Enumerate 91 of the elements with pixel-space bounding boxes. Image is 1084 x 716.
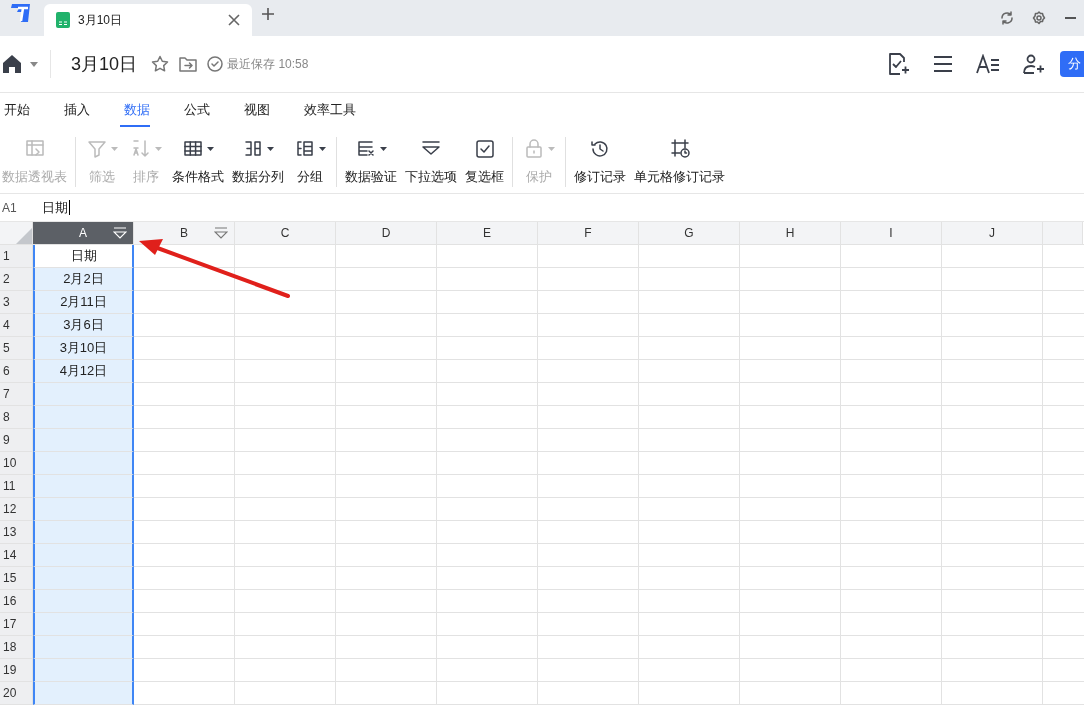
row-header[interactable]: 1 — [0, 245, 33, 268]
pivot-table-icon — [24, 138, 45, 159]
column-header[interactable]: B — [134, 222, 235, 245]
validation-icon — [355, 138, 376, 159]
formula-input[interactable]: 日期 — [33, 198, 1084, 217]
row-header[interactable]: 8 — [0, 406, 33, 429]
split-columns-icon — [242, 138, 263, 159]
checkbox-icon — [474, 138, 495, 159]
table-grid-icon — [182, 138, 203, 159]
ribbon-tab[interactable]: 插入 — [60, 93, 120, 127]
column-header[interactable]: H — [740, 222, 841, 245]
row-header[interactable]: 3 — [0, 291, 33, 314]
ribbon-tab[interactable]: 开始 — [0, 93, 60, 127]
toolbar-button[interactable]: 条件格式 — [170, 138, 226, 186]
row-header[interactable]: 7 — [0, 383, 33, 406]
toolbar-button[interactable]: 单元格修订记录 — [632, 138, 727, 186]
caret-icon — [266, 146, 274, 151]
caret-icon — [379, 146, 387, 151]
row-header[interactable]: 14 — [0, 544, 33, 567]
row-header[interactable]: 11 — [0, 475, 33, 498]
history-icon — [590, 138, 610, 159]
toolbar-button[interactable]: 修订记录 — [572, 138, 628, 186]
menu-icon[interactable] — [933, 55, 953, 73]
save-status: 最近保存 10:58 — [227, 55, 309, 73]
column-header[interactable]: A — [33, 222, 134, 245]
column-header[interactable]: J — [942, 222, 1043, 245]
caret-icon — [110, 146, 118, 151]
table-cell: 2月11日 — [33, 291, 134, 314]
close-icon[interactable] — [228, 14, 240, 26]
toolbar-button[interactable]: 分组 — [290, 138, 330, 186]
ribbon-tab[interactable]: 效率工具 — [300, 93, 360, 127]
row-header[interactable]: 10 — [0, 452, 33, 475]
filter-icon — [86, 138, 107, 159]
ribbon-tab[interactable]: 视图 — [240, 93, 300, 127]
column-header[interactable]: F — [538, 222, 639, 245]
row-header[interactable]: 18 — [0, 636, 33, 659]
check-circle-icon — [207, 56, 224, 72]
column-header[interactable]: C — [235, 222, 336, 245]
star-icon[interactable] — [151, 55, 170, 73]
table-cell: 2月2日 — [33, 268, 134, 291]
corner-triangle-icon — [16, 228, 32, 244]
toolbar-button[interactable]: 复选框 — [463, 138, 506, 186]
lock-icon — [523, 138, 544, 159]
caret-icon — [318, 146, 326, 151]
table-cell: 3月6日 — [33, 314, 134, 337]
caret-icon[interactable] — [30, 61, 38, 67]
row-header[interactable]: 19 — [0, 659, 33, 682]
row-header[interactable]: 17 — [0, 613, 33, 636]
home-icon[interactable] — [2, 54, 22, 74]
document-title[interactable]: 3月10日 — [71, 52, 138, 76]
spreadsheet-icon — [56, 12, 70, 28]
group-columns-icon — [294, 138, 315, 159]
row-header[interactable]: 2 — [0, 268, 33, 291]
toolbar-button[interactable]: 数据分列 — [230, 138, 286, 186]
table-cell: 3月10日 — [33, 337, 134, 360]
column-header[interactable]: I — [841, 222, 942, 245]
add-user-icon[interactable] — [1023, 54, 1045, 74]
add-tab-icon[interactable] — [262, 8, 274, 20]
ribbon-tab[interactable]: 数据 — [120, 93, 180, 127]
caret-icon — [547, 146, 555, 151]
table-cell: 日期 — [33, 245, 134, 268]
cell-reference[interactable]: A1 — [0, 200, 33, 215]
table-cell: 4月12日 — [33, 360, 134, 383]
text-format-icon[interactable] — [976, 54, 1000, 74]
add-task-icon[interactable] — [888, 53, 910, 75]
row-header[interactable]: 16 — [0, 590, 33, 613]
row-header[interactable]: 5 — [0, 337, 33, 360]
row-header[interactable]: 13 — [0, 521, 33, 544]
app-logo-icon — [8, 1, 32, 25]
share-button[interactable]: 分 — [1060, 51, 1084, 77]
cell-history-icon — [669, 138, 690, 159]
caret-icon — [206, 146, 214, 151]
document-tab[interactable]: 3月10日 — [44, 4, 252, 36]
sync-icon[interactable] — [1000, 11, 1014, 25]
ribbon-tab[interactable]: 公式 — [180, 93, 240, 127]
column-header[interactable]: E — [437, 222, 538, 245]
column-header[interactable]: D — [336, 222, 437, 245]
column-header[interactable]: G — [639, 222, 740, 245]
toolbar-button[interactable]: 数据验证 — [343, 138, 399, 186]
row-header[interactable]: 15 — [0, 567, 33, 590]
sort-icon — [130, 138, 151, 159]
caret-icon — [154, 146, 162, 151]
row-header[interactable]: 4 — [0, 314, 33, 337]
row-header[interactable]: 9 — [0, 429, 33, 452]
row-header[interactable]: 6 — [0, 360, 33, 383]
toolbar-button[interactable]: 下拉选项 — [403, 138, 459, 186]
row-header[interactable]: 12 — [0, 498, 33, 521]
settings-icon[interactable] — [1032, 11, 1046, 25]
row-header[interactable]: 20 — [0, 682, 33, 705]
filter-dropdown-icon[interactable] — [214, 227, 228, 239]
move-to-folder-icon[interactable] — [179, 56, 198, 72]
